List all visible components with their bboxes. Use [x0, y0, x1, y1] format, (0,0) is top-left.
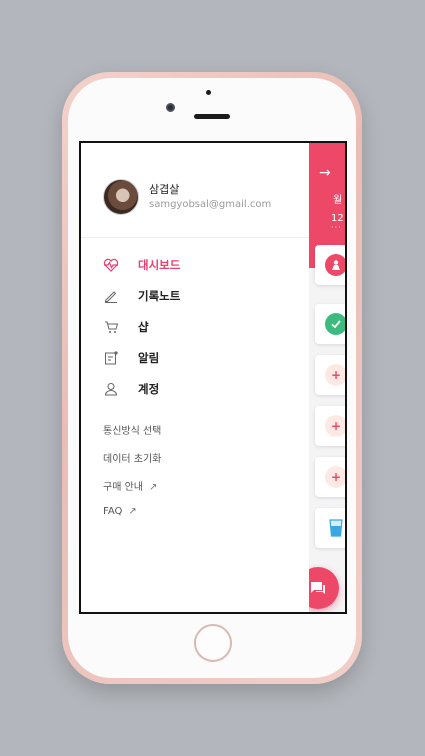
- menu-label: 기록노트: [138, 289, 181, 303]
- sub-item-label: FAQ: [103, 506, 123, 517]
- side-drawer: 삼겹살 samgyobsal@gmail.com 대시보드 기록노트 샵 알림 …: [81, 143, 309, 612]
- external-link-icon: ↗: [148, 482, 158, 493]
- plus-icon: +: [325, 364, 345, 386]
- menu-label: 샵: [138, 320, 149, 334]
- menu-label: 대시보드: [138, 258, 181, 272]
- external-link-icon: ↗: [128, 506, 137, 517]
- pencil-icon: [103, 289, 119, 303]
- chat-icon: [311, 582, 325, 594]
- menu-item-notifications[interactable]: 알림: [103, 346, 283, 370]
- arrow-right-icon[interactable]: →: [319, 165, 331, 181]
- home-button[interactable]: [194, 624, 232, 662]
- plus-icon: +: [325, 466, 345, 488]
- profile-name: 삼겹살: [149, 183, 180, 196]
- divider: [81, 237, 309, 238]
- more-dots: ···: [331, 223, 342, 232]
- record-card-add-2[interactable]: +: [315, 406, 345, 446]
- record-card-add-1[interactable]: +: [315, 355, 345, 395]
- month-label: 월: [333, 195, 343, 206]
- notice-icon: [103, 351, 119, 365]
- cart-icon: [103, 320, 119, 334]
- front-camera: [166, 103, 175, 112]
- menu-item-account[interactable]: 계정: [103, 377, 283, 401]
- phone-sensor: [206, 90, 211, 95]
- avatar: [103, 179, 139, 215]
- sub-item-faq[interactable]: FAQ ↗: [103, 506, 137, 517]
- menu-item-dashboard[interactable]: 대시보드: [103, 253, 283, 277]
- menu-item-shop[interactable]: 샵: [103, 315, 283, 339]
- sub-item-connection[interactable]: 통신방식 선택: [103, 422, 161, 437]
- sub-item-purchase-guide[interactable]: 구매 안내 ↗: [103, 478, 157, 493]
- record-card-check[interactable]: [315, 304, 345, 344]
- sub-item-label: 통신방식 선택: [103, 426, 162, 437]
- sub-item-label: 구매 안내: [103, 482, 143, 493]
- phone-earpiece: [194, 114, 230, 119]
- user-icon: [103, 382, 119, 396]
- app-screen: → 월 12 ··· + + + 삼겹살 samgyobsal@gmail.co…: [79, 141, 347, 614]
- record-card-water[interactable]: [315, 508, 345, 548]
- sub-item-label: 데이터 초기화: [103, 454, 162, 465]
- heartbeat-icon: [103, 258, 119, 272]
- sub-item-reset-data[interactable]: 데이터 초기화: [103, 450, 161, 465]
- menu-label: 계정: [138, 382, 160, 396]
- check-icon: [325, 313, 345, 335]
- profile-email: samgyobsal@gmail.com: [149, 199, 272, 210]
- menu-item-notes[interactable]: 기록노트: [103, 284, 283, 308]
- record-card-add-3[interactable]: +: [315, 457, 345, 497]
- menu-label: 알림: [138, 351, 160, 365]
- baby-icon: [325, 254, 345, 276]
- plus-icon: +: [325, 415, 345, 437]
- water-cup-icon: [325, 517, 345, 539]
- record-card-baby[interactable]: [315, 245, 345, 285]
